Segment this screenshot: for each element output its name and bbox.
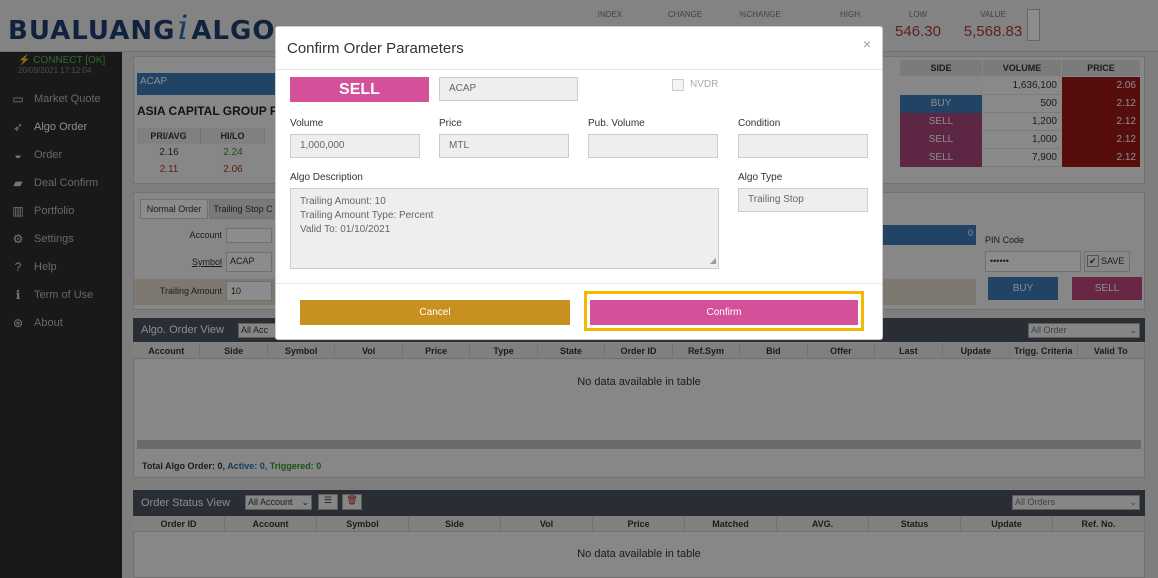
algo-description-label: Algo Description: [290, 172, 363, 183]
close-icon[interactable]: ×: [863, 36, 871, 52]
modal-title: Confirm Order Parameters: [287, 40, 464, 57]
condition-field: [738, 134, 868, 158]
cancel-button[interactable]: Cancel: [300, 300, 570, 325]
divider: [276, 69, 882, 70]
side-badge: SELL: [290, 77, 429, 102]
pub-volume-field: [588, 134, 718, 158]
nvdr-label: NVDR: [690, 79, 719, 90]
algo-description-textarea: Trailing Amount: 10 Trailing Amount Type…: [290, 188, 719, 269]
confirm-order-modal: Confirm Order Parameters × SELL ACAP NVD…: [275, 26, 883, 340]
volume-field: 1,000,000: [290, 134, 420, 158]
price-label: Price: [439, 118, 462, 129]
pub-volume-label: Pub. Volume: [588, 118, 645, 129]
algo-type-label: Algo Type: [738, 172, 783, 183]
resize-handle-icon[interactable]: ◢: [710, 254, 716, 268]
nvdr-checkbox[interactable]: [672, 79, 684, 91]
symbol-field: ACAP: [439, 77, 578, 101]
confirm-button[interactable]: Confirm: [590, 300, 858, 325]
divider: [276, 283, 882, 284]
volume-label: Volume: [290, 118, 324, 129]
condition-label: Condition: [738, 118, 781, 129]
algo-type-field: Trailing Stop: [738, 188, 868, 212]
price-field: MTL: [439, 134, 569, 158]
